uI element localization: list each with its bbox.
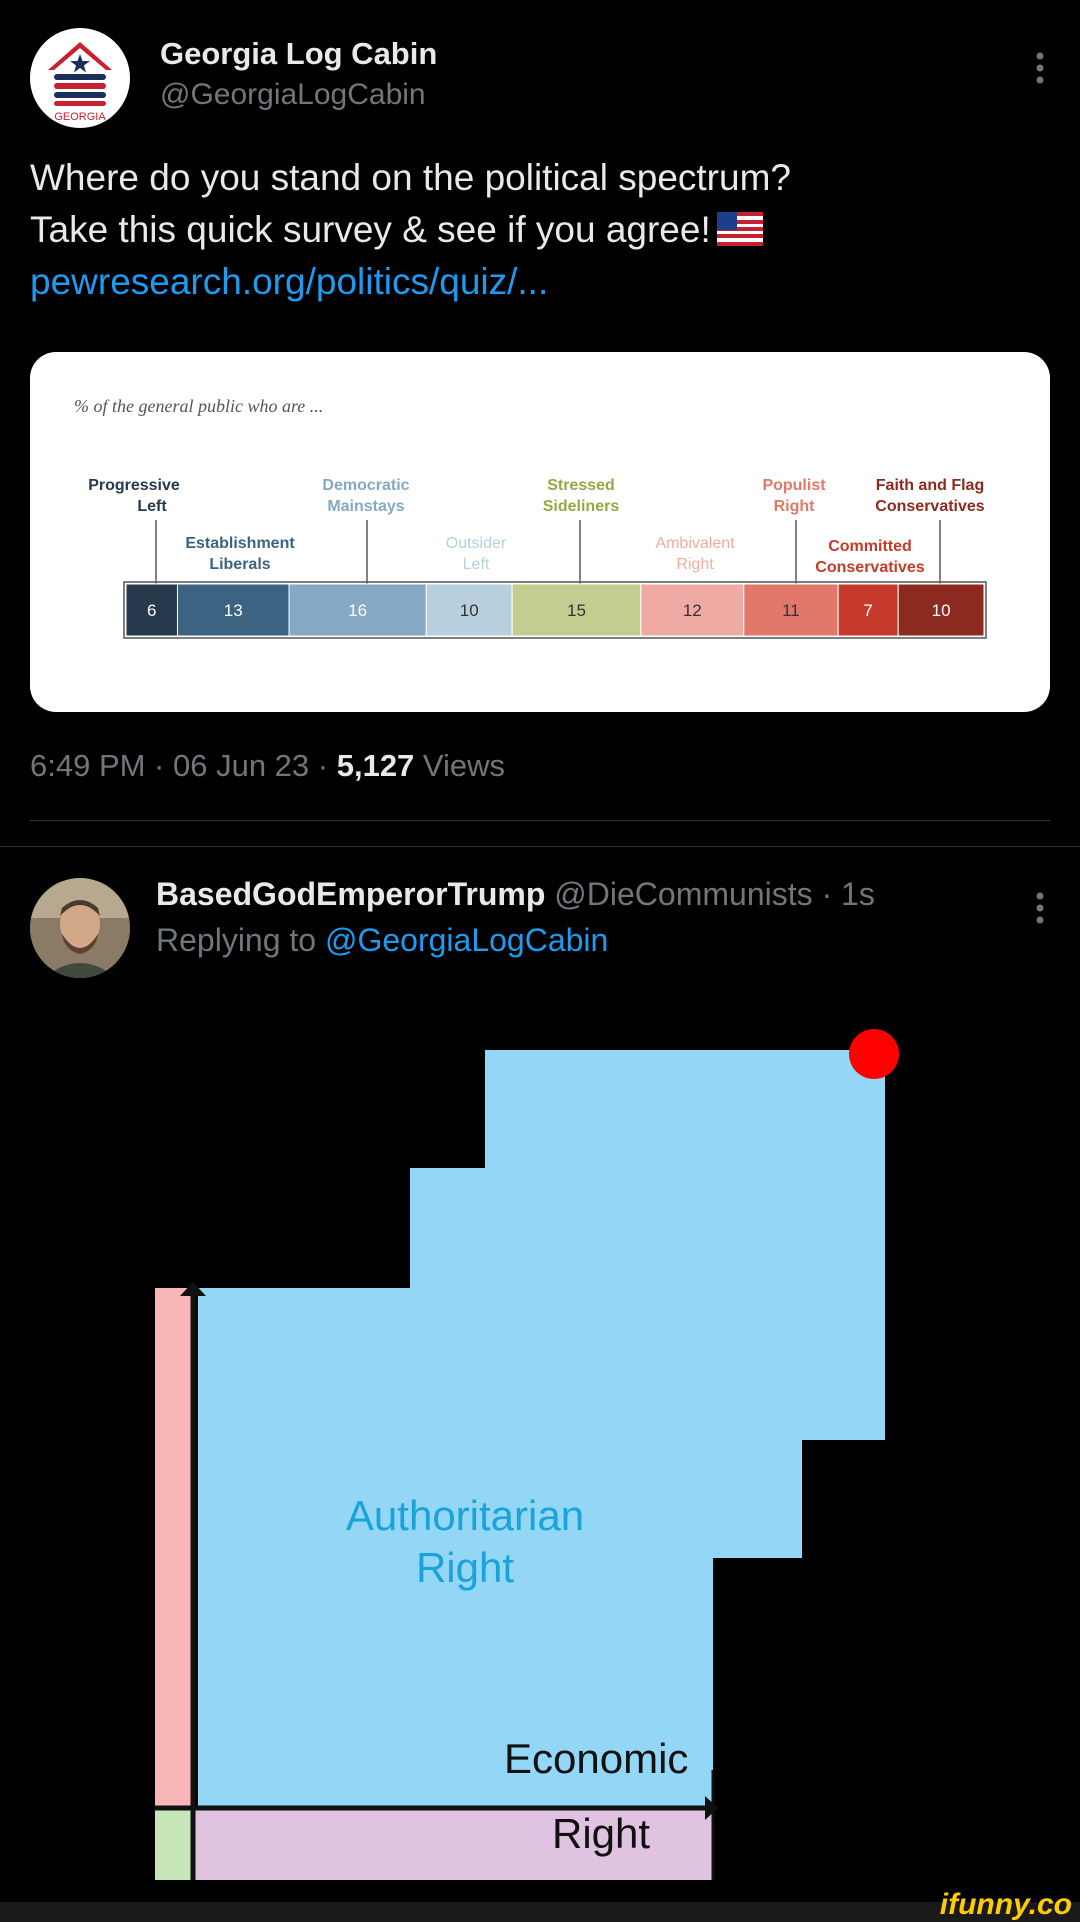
avatar[interactable]: GEORGIA (30, 28, 130, 128)
bar-value-label: 15 (567, 601, 586, 620)
tweet-line-2: Take this quick survey & see if you agre… (30, 209, 711, 250)
label-outsider-2: Left (463, 556, 490, 573)
bar-value-label: 16 (348, 601, 367, 620)
timestamp[interactable]: 6:49 PM · 06 Jun 23 · (30, 748, 337, 783)
bar-value-label: 13 (224, 601, 243, 620)
divider (30, 820, 1050, 821)
label-faith-2: Conservatives (875, 498, 984, 515)
label-establishment-2: Liberals (209, 556, 270, 573)
label-stressed-1: Stressed (547, 477, 615, 494)
label-populist-1: Populist (762, 477, 826, 494)
replying-prefix: Replying to (156, 922, 325, 958)
author-name[interactable]: Georgia Log Cabin (160, 36, 437, 72)
user-photo-icon (30, 878, 130, 978)
label-outsider-1: Outsider (446, 535, 507, 552)
views-count[interactable]: 5,127 (337, 748, 415, 783)
views-label: Views (414, 748, 506, 783)
label-committed-2: Conservatives (815, 559, 924, 576)
reply-author-handle[interactable]: @DieCommunists · 1s (545, 876, 875, 912)
label-ambivalent-2: Right (676, 556, 714, 573)
watermark-bar (0, 1902, 1080, 1922)
ifunny-watermark: ifunny.co (939, 1888, 1072, 1921)
axis-label-economic: Economic (504, 1735, 689, 1782)
quadrant-label: Authoritarian Right (300, 1490, 630, 1594)
reply-header: BasedGodEmperorTrump @DieCommunists · 1s… (30, 876, 1050, 986)
label-democratic-2: Mainstays (327, 498, 404, 515)
tweet-meta: 6:49 PM · 06 Jun 23 · 5,127 Views (30, 748, 505, 784)
reply-author[interactable]: BasedGodEmperorTrump @DieCommunists · 1s (156, 876, 875, 913)
quadrant-label-line-2: Right (415, 1544, 515, 1591)
label-faith-1: Faith and Flag (876, 477, 984, 494)
author-handle[interactable]: @GeorgiaLogCabin (160, 78, 426, 112)
label-ambivalent-1: Ambivalent (655, 535, 735, 552)
more-options-icon[interactable] (1030, 50, 1050, 90)
bar-value-label: 11 (782, 601, 800, 620)
bar-value-label: 6 (147, 601, 156, 620)
svg-text:GEORGIA: GEORGIA (54, 111, 106, 123)
log-cabin-logo-icon: GEORGIA (48, 42, 112, 123)
reply-author-name[interactable]: BasedGodEmperorTrump (156, 876, 545, 912)
political-compass-image[interactable]: Authoritarian Right Economic Right (0, 1000, 1080, 1900)
typology-chart: Progressive Left Establishment Liberals … (88, 477, 987, 639)
tweet-header: GEORGIA Georgia Log Cabin @GeorgiaLogCab… (30, 28, 1050, 138)
more-options-icon[interactable] (1030, 890, 1050, 930)
avatar[interactable] (30, 878, 130, 978)
tweet-line-1: Where do you stand on the political spec… (30, 157, 791, 198)
tweet-text: Where do you stand on the political spec… (30, 152, 1050, 308)
label-progressive-1: Progressive (88, 477, 180, 494)
label-populist-2: Right (774, 498, 816, 515)
replying-to: Replying to @GeorgiaLogCabin (156, 922, 608, 959)
bar-value-label: 12 (683, 601, 702, 620)
bar-value-label: 7 (863, 601, 872, 620)
divider (0, 846, 1080, 847)
bar-value-label: 10 (460, 601, 479, 620)
mention-link[interactable]: @GeorgiaLogCabin (325, 922, 608, 958)
us-flag-icon (716, 212, 763, 246)
bar-value-label: 10 (932, 601, 951, 620)
label-committed-1: Committed (828, 538, 912, 555)
position-marker (849, 1029, 899, 1079)
axis-label-right: Right (552, 1810, 651, 1857)
label-progressive-2: Left (137, 498, 167, 515)
survey-link[interactable]: pewresearch.org/politics/quiz/... (30, 256, 1050, 308)
label-democratic-1: Democratic (322, 477, 409, 494)
media-card[interactable]: % of the general public who are ... Prog… (30, 352, 1050, 712)
quadrant-label-line-1: Authoritarian (345, 1492, 585, 1539)
label-establishment-1: Establishment (185, 535, 295, 552)
label-stressed-2: Sideliners (543, 498, 620, 515)
